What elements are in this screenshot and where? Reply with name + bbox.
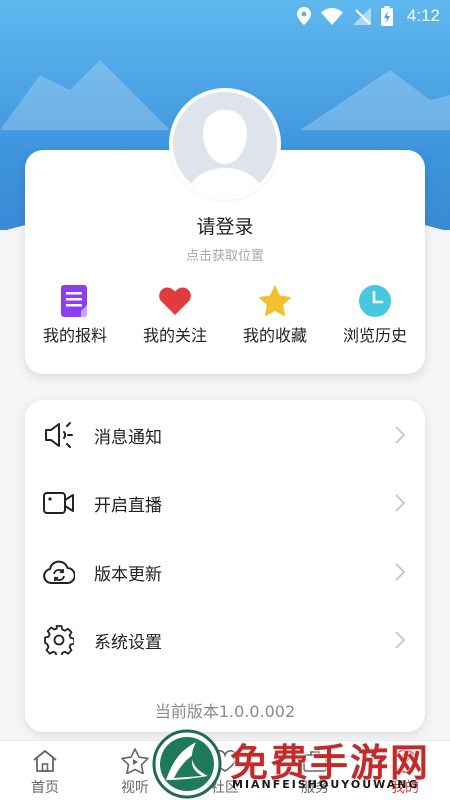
- menu-item-label: 版本更新: [94, 564, 162, 585]
- menu-item-notifications[interactable]: 消息通知: [25, 405, 425, 465]
- quick-action-label: 我的报料: [42, 326, 107, 345]
- home-icon: [31, 747, 59, 775]
- tab-home[interactable]: 首页: [0, 741, 90, 800]
- watermark-subtitle: MIANFEISHOUYOUWANG: [232, 778, 420, 791]
- quick-action-history[interactable]: 浏览历史: [325, 284, 425, 346]
- star-icon: [258, 284, 292, 318]
- location-prompt[interactable]: 点击获取位置: [0, 245, 450, 264]
- settings-menu: 消息通知 开启直播 版本更新 系统设置 当前版本1.0.0.002: [25, 400, 425, 732]
- video-camera-icon: [42, 486, 76, 520]
- quick-action-follows[interactable]: 我的关注: [125, 284, 225, 346]
- cloud-refresh-icon: [42, 555, 76, 589]
- watermark-logo: [152, 729, 222, 799]
- battery-charging-icon: [380, 6, 393, 26]
- quick-action-label: 我的收藏: [242, 326, 307, 345]
- tab-label: 首页: [31, 780, 59, 796]
- quick-action-reports[interactable]: 我的报料: [25, 284, 125, 346]
- quick-action-label: 我的关注: [142, 326, 207, 345]
- gear-icon: [42, 623, 76, 657]
- quick-action-label: 浏览历史: [342, 326, 407, 345]
- play-star-icon: [121, 747, 149, 775]
- tab-label: 视听: [121, 780, 149, 796]
- wifi-icon: [320, 7, 343, 25]
- status-time: 4:12: [406, 6, 440, 25]
- app-version: 当前版本1.0.0.002: [154, 702, 296, 721]
- document-icon: [58, 284, 92, 318]
- menu-item-label: 消息通知: [94, 427, 162, 448]
- quick-actions: 我的报料 我的关注 我的收藏 浏览历史: [25, 284, 425, 346]
- login-prompt[interactable]: 请登录: [0, 212, 450, 239]
- default-avatar-icon: [173, 92, 277, 196]
- quick-action-favorites[interactable]: 我的收藏: [225, 284, 325, 346]
- menu-item-live[interactable]: 开启直播: [25, 473, 425, 533]
- status-bar: 4:12: [0, 0, 450, 32]
- menu-item-label: 系统设置: [94, 632, 162, 653]
- heart-icon: [158, 284, 192, 318]
- chevron-right-icon: [395, 631, 405, 649]
- clock-icon: [358, 284, 392, 318]
- site-watermark: 免费手游网 MIANFEISHOUYOUWANG: [152, 728, 450, 800]
- no-signal-icon: [352, 7, 371, 25]
- chevron-right-icon: [395, 563, 405, 581]
- speaker-icon: [42, 418, 76, 452]
- menu-item-settings[interactable]: 系统设置: [25, 610, 425, 670]
- chevron-right-icon: [395, 426, 405, 444]
- avatar[interactable]: [169, 88, 281, 200]
- menu-item-update[interactable]: 版本更新: [25, 542, 425, 602]
- location-icon: [296, 7, 311, 25]
- chevron-right-icon: [395, 494, 405, 512]
- menu-item-label: 开启直播: [94, 495, 162, 516]
